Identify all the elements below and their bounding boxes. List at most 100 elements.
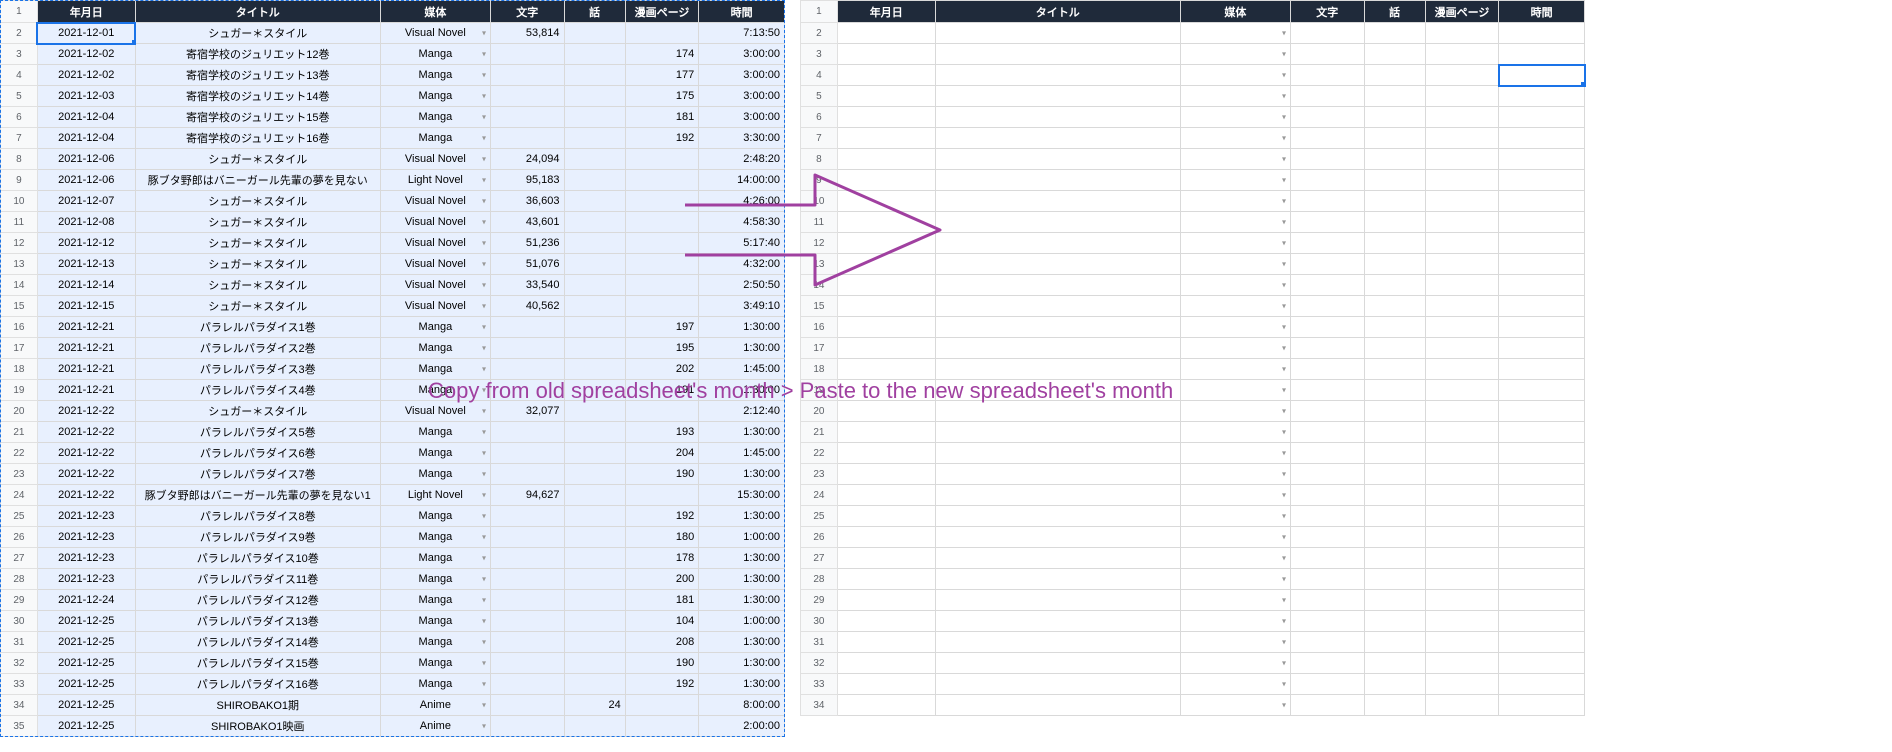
cell-media-dropdown[interactable]: [1180, 254, 1290, 275]
cell-moji[interactable]: [491, 548, 565, 569]
column-header-wa[interactable]: 話: [564, 1, 625, 23]
cell-moji[interactable]: [1291, 191, 1365, 212]
cell-moji[interactable]: [491, 653, 565, 674]
row-number[interactable]: 31: [801, 632, 838, 653]
cell-date[interactable]: [837, 296, 935, 317]
cell-date[interactable]: [837, 422, 935, 443]
cell-media-dropdown[interactable]: Manga: [380, 569, 490, 590]
cell-time[interactable]: 3:00:00: [699, 65, 785, 86]
cell-moji[interactable]: [1291, 254, 1365, 275]
cell-media-dropdown[interactable]: Manga: [380, 653, 490, 674]
cell-media-dropdown[interactable]: Manga: [380, 107, 490, 128]
table-row[interactable]: 82021-12-06シュガー＊スタイルVisual Novel24,0942:…: [1, 149, 785, 170]
cell-moji[interactable]: [491, 506, 565, 527]
cell-media-dropdown[interactable]: [1180, 275, 1290, 296]
cell-moji[interactable]: 51,076: [491, 254, 565, 275]
cell-media-dropdown[interactable]: [1180, 191, 1290, 212]
cell-wa[interactable]: [1364, 275, 1425, 296]
cell-title[interactable]: パラレルパラダイス10巻: [135, 548, 380, 569]
table-row[interactable]: 292021-12-24パラレルパラダイス12巻Manga1811:30:00: [1, 590, 785, 611]
cell-wa[interactable]: [564, 149, 625, 170]
cell-time[interactable]: [1499, 632, 1585, 653]
row-number[interactable]: 34: [1, 695, 38, 716]
row-number[interactable]: 18: [801, 359, 838, 380]
cell-time[interactable]: 1:45:00: [699, 443, 785, 464]
cell-title[interactable]: [935, 107, 1180, 128]
cell-moji[interactable]: [491, 422, 565, 443]
row-number[interactable]: 18: [1, 359, 38, 380]
cell-title[interactable]: シュガー＊スタイル: [135, 191, 380, 212]
cell-date[interactable]: 2021-12-25: [37, 716, 135, 737]
cell-wa[interactable]: [564, 170, 625, 191]
table-row[interactable]: 32: [801, 653, 1585, 674]
cell-moji[interactable]: [491, 359, 565, 380]
row-number[interactable]: 3: [801, 44, 838, 65]
cell-page[interactable]: [1425, 632, 1499, 653]
cell-moji[interactable]: [491, 443, 565, 464]
cell-time[interactable]: 1:30:00: [699, 506, 785, 527]
cell-page[interactable]: [1425, 86, 1499, 107]
cell-time[interactable]: 3:00:00: [699, 86, 785, 107]
cell-page[interactable]: [1425, 611, 1499, 632]
cell-moji[interactable]: [1291, 338, 1365, 359]
cell-media-dropdown[interactable]: Visual Novel: [380, 296, 490, 317]
cell-moji[interactable]: 95,183: [491, 170, 565, 191]
row-number[interactable]: 21: [1, 422, 38, 443]
cell-wa[interactable]: [564, 128, 625, 149]
row-number[interactable]: 27: [801, 548, 838, 569]
cell-wa[interactable]: [1364, 65, 1425, 86]
cell-moji[interactable]: [1291, 611, 1365, 632]
cell-media-dropdown[interactable]: Anime: [380, 716, 490, 737]
cell-moji[interactable]: [1291, 170, 1365, 191]
cell-media-dropdown[interactable]: Visual Novel: [380, 233, 490, 254]
cell-media-dropdown[interactable]: [1180, 23, 1290, 44]
table-row[interactable]: 332021-12-25パラレルパラダイス16巻Manga1921:30:00: [1, 674, 785, 695]
row-number[interactable]: 4: [801, 65, 838, 86]
row-number[interactable]: 26: [1, 527, 38, 548]
row-number[interactable]: 35: [1, 716, 38, 737]
cell-media-dropdown[interactable]: [1180, 149, 1290, 170]
cell-title[interactable]: シュガー＊スタイル: [135, 275, 380, 296]
cell-wa[interactable]: [564, 611, 625, 632]
cell-date[interactable]: 2021-12-23: [37, 506, 135, 527]
cell-title[interactable]: 寄宿学校のジュリエット12巻: [135, 44, 380, 65]
cell-media-dropdown[interactable]: Manga: [380, 590, 490, 611]
cell-date[interactable]: [837, 464, 935, 485]
cell-page[interactable]: [1425, 233, 1499, 254]
row-number[interactable]: 14: [1, 275, 38, 296]
cell-media-dropdown[interactable]: Manga: [380, 359, 490, 380]
cell-wa[interactable]: [1364, 212, 1425, 233]
cell-title[interactable]: シュガー＊スタイル: [135, 296, 380, 317]
cell-title[interactable]: 寄宿学校のジュリエット14巻: [135, 86, 380, 107]
table-row[interactable]: 182021-12-21パラレルパラダイス3巻Manga2021:45:00: [1, 359, 785, 380]
cell-date[interactable]: [837, 359, 935, 380]
cell-wa[interactable]: [564, 233, 625, 254]
cell-moji[interactable]: [491, 338, 565, 359]
row-number[interactable]: 15: [1, 296, 38, 317]
table-row[interactable]: 30: [801, 611, 1585, 632]
cell-date[interactable]: [837, 611, 935, 632]
table-row[interactable]: 132021-12-13シュガー＊スタイルVisual Novel51,0764…: [1, 254, 785, 275]
cell-title[interactable]: [935, 359, 1180, 380]
cell-title[interactable]: 豚ブタ野郎はバニーガール先輩の夢を見ない: [135, 170, 380, 191]
cell-time[interactable]: [1499, 674, 1585, 695]
cell-wa[interactable]: [564, 359, 625, 380]
cell-title[interactable]: [935, 317, 1180, 338]
table-row[interactable]: 4: [801, 65, 1585, 86]
column-header-wa[interactable]: 話: [1364, 1, 1425, 23]
cell-title[interactable]: パラレルパラダイス5巻: [135, 422, 380, 443]
cell-wa[interactable]: [1364, 380, 1425, 401]
cell-wa[interactable]: [564, 569, 625, 590]
cell-media-dropdown[interactable]: Visual Novel: [380, 254, 490, 275]
row-number[interactable]: 17: [1, 338, 38, 359]
cell-date[interactable]: 2021-12-08: [37, 212, 135, 233]
cell-page[interactable]: [625, 716, 699, 737]
cell-title[interactable]: シュガー＊スタイル: [135, 233, 380, 254]
cell-title[interactable]: [935, 23, 1180, 44]
cell-title[interactable]: [935, 233, 1180, 254]
cell-time[interactable]: [1499, 317, 1585, 338]
row-number[interactable]: 5: [801, 86, 838, 107]
row-number[interactable]: 3: [1, 44, 38, 65]
cell-date[interactable]: 2021-12-21: [37, 359, 135, 380]
cell-time[interactable]: 1:30:00: [699, 653, 785, 674]
